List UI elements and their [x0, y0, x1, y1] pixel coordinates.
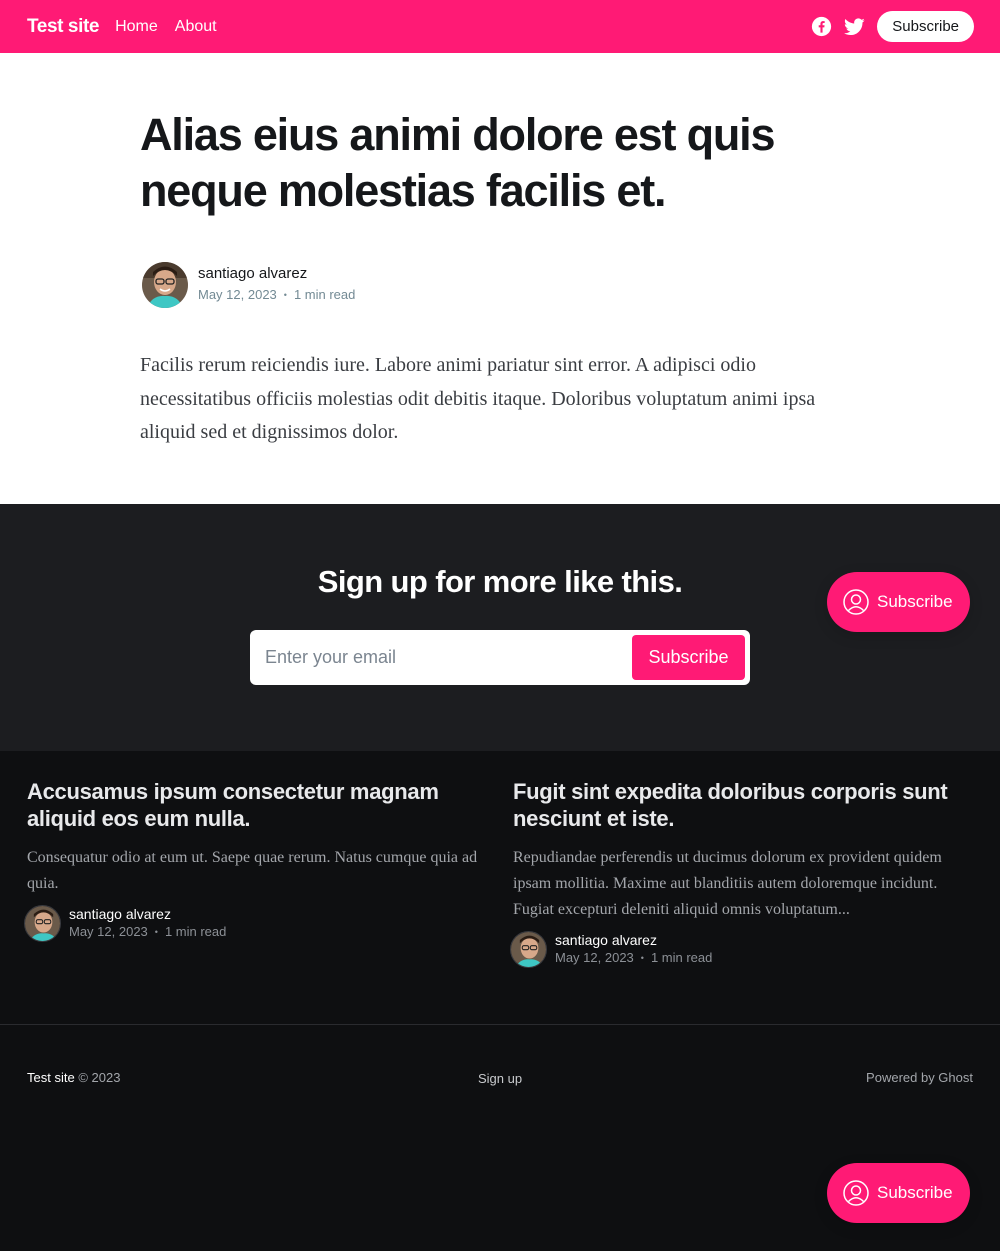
facebook-icon[interactable]: [810, 15, 833, 38]
portal-label: Subscribe: [877, 1183, 953, 1202]
article-excerpt: Facilis rerum reiciendis iure. Labore an…: [140, 354, 816, 443]
post-meta: May 12, 2023 • 1 min read: [555, 950, 713, 965]
signup-form: Subscribe: [250, 630, 750, 685]
post-card-excerpt: Repudiandae perferendis ut ducimus dolor…: [513, 849, 942, 918]
read-time: 1 min read: [164, 924, 227, 939]
nav-about[interactable]: About: [175, 18, 217, 36]
author-name[interactable]: santiago alvarez: [69, 905, 226, 923]
user-circle-icon: [843, 1180, 869, 1206]
footer-powered-by[interactable]: Powered by Ghost: [866, 1070, 973, 1085]
author-name[interactable]: santiago alvarez: [198, 264, 355, 284]
portal-subscribe-button[interactable]: Subscribe: [827, 1163, 970, 1223]
post-card[interactable]: Fugit sint expedita doloribus corporis s…: [510, 778, 973, 968]
header-actions: Subscribe: [810, 11, 974, 42]
nav-home[interactable]: Home: [115, 18, 158, 36]
signup-subscribe-button[interactable]: Subscribe: [632, 635, 745, 680]
post-date: May 12, 2023: [69, 924, 148, 939]
main-nav: Home About: [115, 18, 217, 36]
article-date: May 12, 2023: [198, 287, 277, 302]
post-card-title[interactable]: Fugit sint expedita doloribus corporis s…: [513, 778, 973, 832]
site-logo[interactable]: Test site: [27, 16, 99, 38]
footer-signup-link[interactable]: Sign up: [478, 1071, 522, 1086]
portal-label: Subscribe: [877, 592, 953, 611]
portal-subscribe-button[interactable]: Subscribe: [827, 572, 970, 632]
post-card-excerpt: Consequatur odio at eum ut. Saepe quae r…: [27, 849, 478, 892]
header-subscribe-button[interactable]: Subscribe: [877, 11, 974, 42]
post-card-byline: santiago alvarez May 12, 2023 • 1 min read: [24, 905, 487, 942]
read-time: 1 min read: [293, 287, 356, 302]
author-avatar[interactable]: [24, 905, 61, 942]
email-input[interactable]: [255, 647, 632, 668]
article-meta: May 12, 2023 • 1 min read: [198, 287, 356, 302]
post-date: May 12, 2023: [555, 950, 634, 965]
twitter-icon[interactable]: [843, 15, 866, 38]
post-card-title[interactable]: Accusamus ipsum consectetur magnam aliqu…: [27, 778, 487, 832]
related-posts: Accusamus ipsum consectetur magnam aliqu…: [0, 751, 1000, 1025]
read-time: 1 min read: [650, 950, 713, 965]
user-circle-icon: [843, 589, 869, 615]
post-card[interactable]: Accusamus ipsum consectetur magnam aliqu…: [24, 778, 487, 942]
article-byline: santiago alvarez May 12, 2023 • 1 min read: [142, 262, 355, 308]
post-meta: May 12, 2023 • 1 min read: [69, 924, 227, 939]
author-avatar[interactable]: [142, 262, 188, 308]
article: Alias eius animi dolore est quis neque m…: [0, 53, 1000, 504]
post-card-byline: santiago alvarez May 12, 2023 • 1 min read: [510, 931, 973, 968]
author-avatar[interactable]: [510, 931, 547, 968]
author-name[interactable]: santiago alvarez: [555, 931, 712, 949]
article-title: Alias eius animi dolore est quis neque m…: [140, 109, 775, 216]
site-header: Test site Home About Subscribe: [0, 0, 1000, 53]
